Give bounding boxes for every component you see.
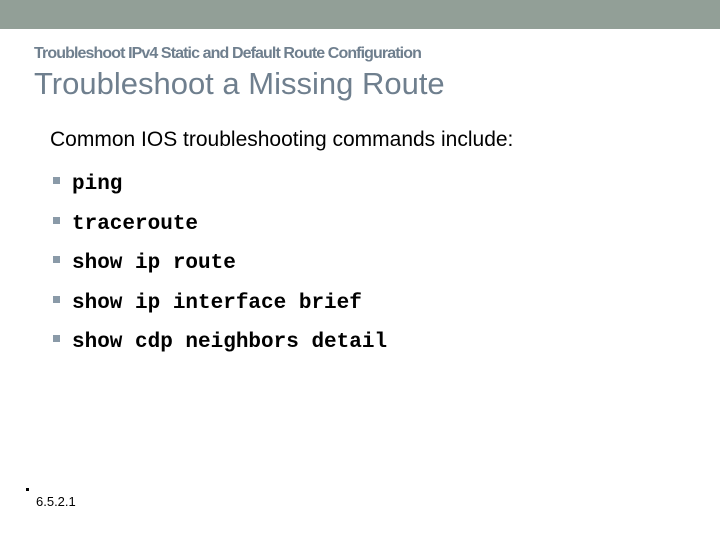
- command-text: show cdp neighbors detail: [72, 331, 388, 355]
- command-text: traceroute: [72, 212, 199, 236]
- square-bullet-icon: [53, 256, 60, 264]
- list-item: show ip interface brief: [50, 284, 387, 324]
- list-item: show cdp neighbors detail: [50, 323, 387, 363]
- square-bullet-icon: [53, 177, 60, 185]
- square-bullet-icon: [53, 295, 60, 303]
- list-item: ping: [50, 165, 387, 205]
- command-text: show ip interface brief: [72, 291, 362, 315]
- list-item: show ip route: [50, 244, 387, 284]
- command-list: ping traceroute show ip route show ip in…: [50, 165, 387, 363]
- top-banner: [0, 0, 720, 29]
- slide-subtitle: Troubleshoot IPv4 Static and Default Rou…: [34, 45, 422, 62]
- list-item: traceroute: [50, 205, 387, 245]
- slide-title: Troubleshoot a Missing Route: [34, 66, 445, 101]
- command-text: show ip route: [72, 252, 236, 276]
- square-bullet-icon: [53, 335, 60, 343]
- command-text: ping: [72, 173, 123, 197]
- footer-bullet-icon: [26, 488, 29, 491]
- intro-text: Common IOS troubleshooting commands incl…: [50, 128, 514, 151]
- square-bullet-icon: [53, 216, 60, 224]
- section-reference: 6.5.2.1: [36, 494, 76, 509]
